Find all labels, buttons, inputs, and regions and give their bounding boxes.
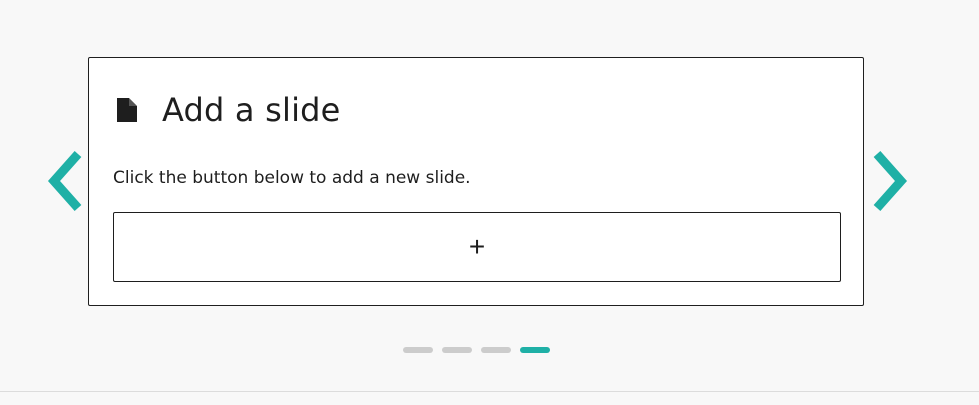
chevron-left-icon [47, 151, 82, 211]
card-header: Add a slide [117, 90, 341, 130]
add-slide-button[interactable]: + [113, 212, 841, 282]
next-slide-button[interactable] [865, 145, 913, 217]
pagination-dot-4-active[interactable] [520, 347, 550, 353]
card-title: Add a slide [162, 91, 341, 129]
plus-icon: + [468, 231, 486, 262]
previous-slide-button[interactable] [40, 145, 88, 217]
chevron-right-icon [873, 151, 908, 211]
card-description: Click the button below to add a new slid… [113, 168, 471, 188]
pagination-dot-2[interactable] [442, 347, 472, 353]
document-icon [117, 98, 137, 122]
slide-pagination [403, 347, 550, 353]
pagination-dot-3[interactable] [481, 347, 511, 353]
pagination-dot-1[interactable] [403, 347, 433, 353]
slide-card: Add a slide Click the button below to ad… [88, 57, 864, 306]
bottom-divider [0, 391, 979, 392]
